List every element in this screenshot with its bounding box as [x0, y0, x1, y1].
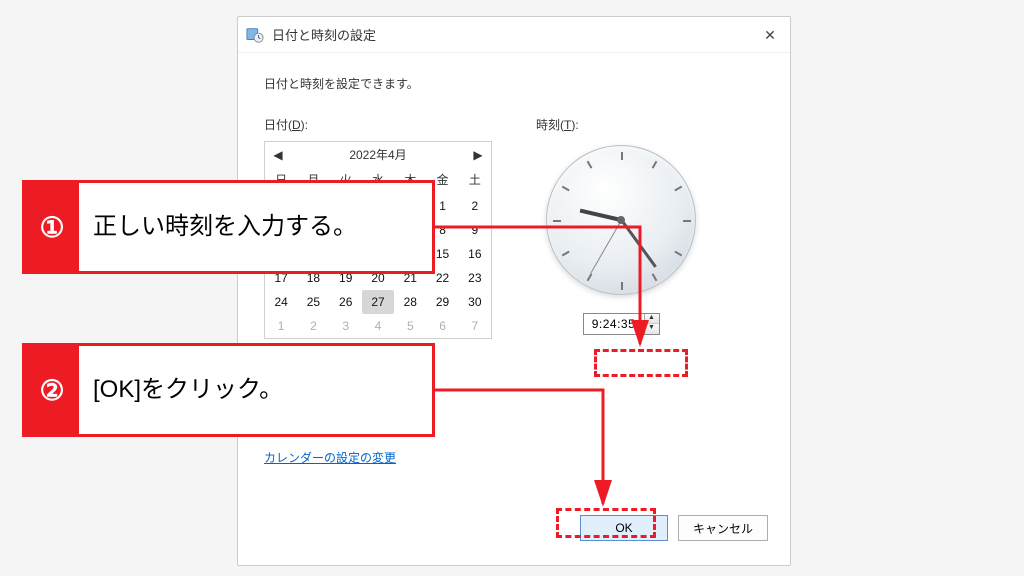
annotation-step-1: ① 正しい時刻を入力する。 [22, 180, 435, 274]
annotation-text-1: 正しい時刻を入力する。 [79, 183, 371, 271]
annotation-badge-1: ① [25, 183, 79, 271]
calendar-month-title: 2022年4月 [349, 146, 406, 163]
calendar-day[interactable]: 2 [297, 314, 329, 338]
chevron-left-icon: ◀ [273, 148, 282, 162]
clock-tick [587, 273, 593, 281]
clock-tick [652, 161, 658, 169]
calendar-day[interactable]: 4 [362, 314, 394, 338]
chevron-right-icon: ▶ [473, 148, 482, 162]
hour-hand [580, 209, 622, 222]
calendar-day[interactable]: 2 [459, 194, 491, 218]
clock-tick [621, 152, 623, 160]
calendar-day[interactable]: 29 [426, 290, 458, 314]
clock-tick [621, 282, 623, 290]
annotation-step-2: ② [OK]をクリック。 [22, 343, 435, 437]
calendar-day[interactable]: 1 [265, 314, 297, 338]
ok-button[interactable]: OK [580, 515, 668, 541]
annotation-badge-2: ② [25, 346, 79, 434]
calendar-header: ◀ 2022年4月 ▶ [265, 142, 491, 167]
minute-hand [620, 219, 657, 268]
annotation-text-2: [OK]をクリック。 [79, 346, 297, 434]
clock-tick [562, 186, 570, 192]
clock-tick [652, 273, 658, 281]
date-time-settings-dialog: 日付と時刻の設定 ✕ 日付と時刻を設定できます。 日付(D): ◀ 2022年4… [237, 16, 791, 566]
time-label: 時刻(T): [536, 116, 706, 133]
calendar-day[interactable]: 9 [459, 218, 491, 242]
second-hand [590, 220, 622, 274]
clock-tick [562, 251, 570, 257]
clock-tick [683, 220, 691, 222]
analog-clock [546, 145, 696, 295]
cancel-button[interactable]: キャンセル [678, 515, 768, 541]
calendar-day[interactable]: 23 [459, 266, 491, 290]
date-label: 日付(D): [264, 116, 492, 133]
clock-tick [674, 186, 682, 192]
calendar-next-button[interactable]: ▶ [471, 148, 485, 162]
calendar-day[interactable]: 6 [426, 314, 458, 338]
dialog-title: 日付と時刻の設定 [272, 25, 376, 44]
close-icon: ✕ [764, 27, 776, 44]
calendar-settings-link[interactable]: カレンダーの設定の変更 [264, 449, 396, 466]
clock-tick [553, 220, 561, 222]
close-button[interactable]: ✕ [758, 23, 782, 47]
calendar-dow: 土 [459, 167, 491, 194]
time-step-up-button[interactable]: ▲ [645, 314, 659, 324]
calendar-day[interactable]: 30 [459, 290, 491, 314]
clock-tick [674, 251, 682, 257]
datetime-icon [246, 26, 264, 44]
spin-buttons: ▲ ▼ [644, 314, 659, 334]
clock-wrap: ▲ ▼ [536, 141, 706, 335]
time-step-down-button[interactable]: ▼ [645, 324, 659, 334]
calendar-day[interactable]: 7 [459, 314, 491, 338]
time-input[interactable] [584, 314, 644, 334]
calendar-day[interactable]: 24 [265, 290, 297, 314]
clock-center [617, 216, 625, 224]
calendar-day[interactable]: 26 [330, 290, 362, 314]
calendar-day[interactable]: 5 [394, 314, 426, 338]
time-column: 時刻(T): ▲ ▼ [536, 116, 706, 466]
clock-tick [587, 161, 593, 169]
time-spinner: ▲ ▼ [583, 313, 660, 335]
dialog-buttons: OK キャンセル [580, 515, 768, 541]
instruction-text: 日付と時刻を設定できます。 [264, 75, 764, 92]
calendar-day[interactable]: 28 [394, 290, 426, 314]
calendar-day[interactable]: 3 [330, 314, 362, 338]
calendar-prev-button[interactable]: ◀ [271, 148, 285, 162]
calendar-day[interactable]: 27 [362, 290, 394, 314]
calendar-day[interactable]: 16 [459, 242, 491, 266]
dialog-titlebar: 日付と時刻の設定 ✕ [238, 17, 790, 53]
calendar-day[interactable]: 25 [297, 290, 329, 314]
